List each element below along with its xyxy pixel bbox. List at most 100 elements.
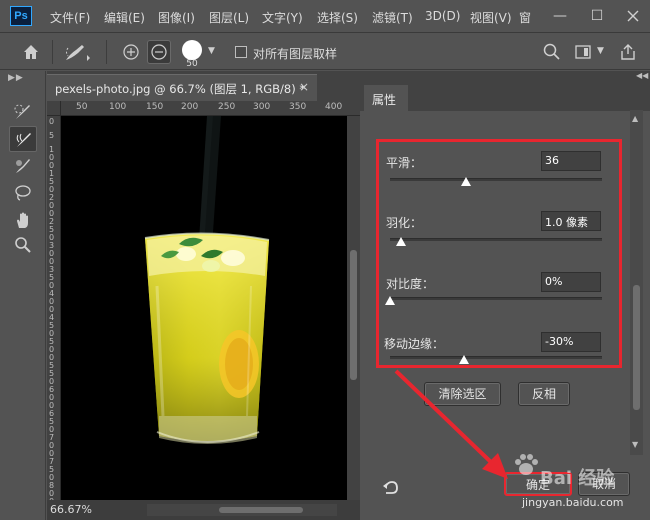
scrollbar-thumb[interactable] (633, 285, 640, 410)
sample-all-layers-checkbox[interactable] (235, 46, 247, 58)
minus-circle-icon (151, 44, 167, 60)
hand-icon (17, 212, 28, 228)
horizontal-ruler[interactable]: 50 100 150 200 250 300 350 400 (61, 101, 360, 116)
ruler-label: 150 (146, 102, 164, 112)
ruler-label: 50 (76, 102, 88, 112)
ruler-label: 5 0 0 (49, 337, 55, 362)
ruler-label: 100 (109, 102, 127, 112)
ruler-label: 6 5 0 (49, 409, 55, 434)
brush-size-value: 50 (186, 59, 198, 69)
zoom-tool[interactable] (9, 232, 37, 258)
close-window-button[interactable] (616, 0, 650, 33)
brush-tool[interactable] (9, 153, 37, 179)
minimize-button[interactable]: — (543, 0, 577, 33)
canvas-vertical-scrollbar[interactable] (347, 116, 360, 500)
menu-filter[interactable]: 滤镜(T) (372, 9, 413, 26)
quick-selection-tool[interactable] (9, 99, 37, 125)
menu-image[interactable]: 图像(I) (158, 9, 195, 26)
panel-dock-strip: ◀◀ (360, 71, 650, 85)
ruler-label: 1 5 0 (49, 169, 55, 194)
ruler-label: 2 5 0 (49, 217, 55, 242)
photoshop-logo[interactable]: Ps (10, 6, 32, 26)
subtract-mode-button[interactable] (147, 40, 171, 64)
collapse-panels-icon[interactable]: ◀◀ (636, 71, 648, 80)
ruler-label: 6 0 0 (49, 385, 55, 410)
tools-panel: ▶▶ (0, 71, 46, 520)
quick-selection-icon (14, 104, 30, 119)
ruler-label: 4 5 0 (49, 313, 55, 338)
baidu-paw-logo (515, 454, 538, 475)
ruler-origin[interactable] (47, 101, 61, 116)
ruler-label: 0 (49, 117, 55, 126)
zoom-level[interactable]: 66.67% (50, 503, 92, 516)
watermark-url: jingyan.baidu.com (522, 496, 624, 509)
search-icon[interactable] (542, 42, 562, 62)
refine-brush-icon (16, 133, 31, 147)
ruler-label: 400 (325, 102, 343, 112)
ruler-label: 5 (49, 131, 55, 140)
properties-tab-label: 属性 (372, 93, 397, 107)
ruler-label: 7 5 0 (49, 457, 55, 482)
properties-tab[interactable]: 属性 (364, 85, 408, 111)
collapse-arrows-icon[interactable]: ▶▶ (8, 73, 24, 83)
refine-edge-brush-tool[interactable] (9, 126, 37, 152)
lasso-tool[interactable] (9, 180, 37, 206)
ruler-label: 300 (253, 102, 271, 112)
ruler-label: 200 (181, 102, 199, 112)
sample-all-layers-label: 对所有图层取样 (253, 47, 338, 61)
divider (106, 40, 107, 64)
photo-juice-glass[interactable] (61, 116, 347, 500)
document-title: pexels-photo.jpg @ 66.7% (图层 1, RGB/8) * (55, 82, 306, 96)
annotation-arrow (394, 369, 508, 479)
ruler-label: 1 0 0 (49, 145, 55, 170)
close-document-button[interactable]: × (299, 80, 309, 94)
maximize-button[interactable]: ☐ (580, 0, 614, 33)
menu-edit[interactable]: 编辑(E) (104, 9, 145, 26)
menu-view[interactable]: 视图(V) (470, 9, 512, 26)
menu-layer[interactable]: 图层(L) (209, 9, 249, 26)
canvas-horizontal-scrollbar[interactable] (147, 504, 337, 516)
share-icon[interactable] (618, 42, 638, 62)
watermark-brand: Bai 经验 (540, 468, 615, 489)
divider (52, 40, 53, 64)
workspace-icon[interactable] (574, 42, 594, 62)
scrollbar-thumb[interactable] (219, 507, 303, 513)
document-tab[interactable]: pexels-photo.jpg @ 66.7% (图层 1, RGB/8) *… (47, 74, 317, 101)
scroll-up-arrow-icon[interactable]: ▲ (632, 114, 638, 123)
ruler-label: 3 0 0 (49, 241, 55, 266)
refine-brush-icon[interactable] (62, 42, 92, 64)
hand-tool[interactable] (9, 207, 37, 233)
menu-3d[interactable]: 3D(D) (425, 9, 460, 23)
document-tab-bar: pexels-photo.jpg @ 66.7% (图层 1, RGB/8) *… (47, 71, 360, 101)
close-icon (627, 10, 639, 22)
zoom-icon (15, 237, 31, 253)
vertical-ruler[interactable]: 0 5 1 0 0 1 5 0 2 0 0 2 5 0 3 0 0 3 5 0 … (47, 116, 61, 500)
lasso-icon (15, 185, 31, 201)
brush-size-preview[interactable] (182, 40, 202, 60)
menu-file[interactable]: 文件(F) (50, 9, 90, 26)
ruler-label: 4 0 0 (49, 289, 55, 314)
ruler-label: 250 (218, 102, 236, 112)
menu-window[interactable]: 窗 (519, 9, 531, 26)
menu-select[interactable]: 选择(S) (317, 9, 358, 26)
options-bar: 50 ▼ 对所有图层取样 ▼ (0, 34, 650, 70)
home-icon[interactable] (22, 43, 40, 61)
brush-icon (16, 159, 30, 173)
menu-type[interactable]: 文字(Y) (262, 9, 303, 26)
ruler-label: 5 5 0 (49, 361, 55, 386)
chevron-down-icon[interactable]: ▼ (597, 46, 604, 56)
menu-bar: Ps 文件(F) 编辑(E) 图像(I) 图层(L) 文字(Y) 选择(S) 滤… (0, 0, 650, 33)
ruler-label: 8 0 0 (49, 481, 55, 501)
add-mode-button[interactable] (119, 40, 143, 64)
scrollbar-thumb[interactable] (350, 250, 357, 380)
panel-scrollbar[interactable] (630, 110, 643, 455)
scroll-down-arrow-icon[interactable]: ▼ (632, 440, 638, 449)
ruler-label: 2 0 0 (49, 193, 55, 218)
ruler-label: 7 0 0 (49, 433, 55, 458)
status-bar: 66.67% (47, 500, 360, 520)
chevron-down-icon[interactable]: ▼ (208, 46, 215, 56)
plus-circle-icon (123, 44, 139, 60)
canvas-area[interactable] (61, 116, 347, 500)
invert-button[interactable]: 反相 (518, 382, 570, 406)
highlight-annotation-box (376, 139, 622, 368)
